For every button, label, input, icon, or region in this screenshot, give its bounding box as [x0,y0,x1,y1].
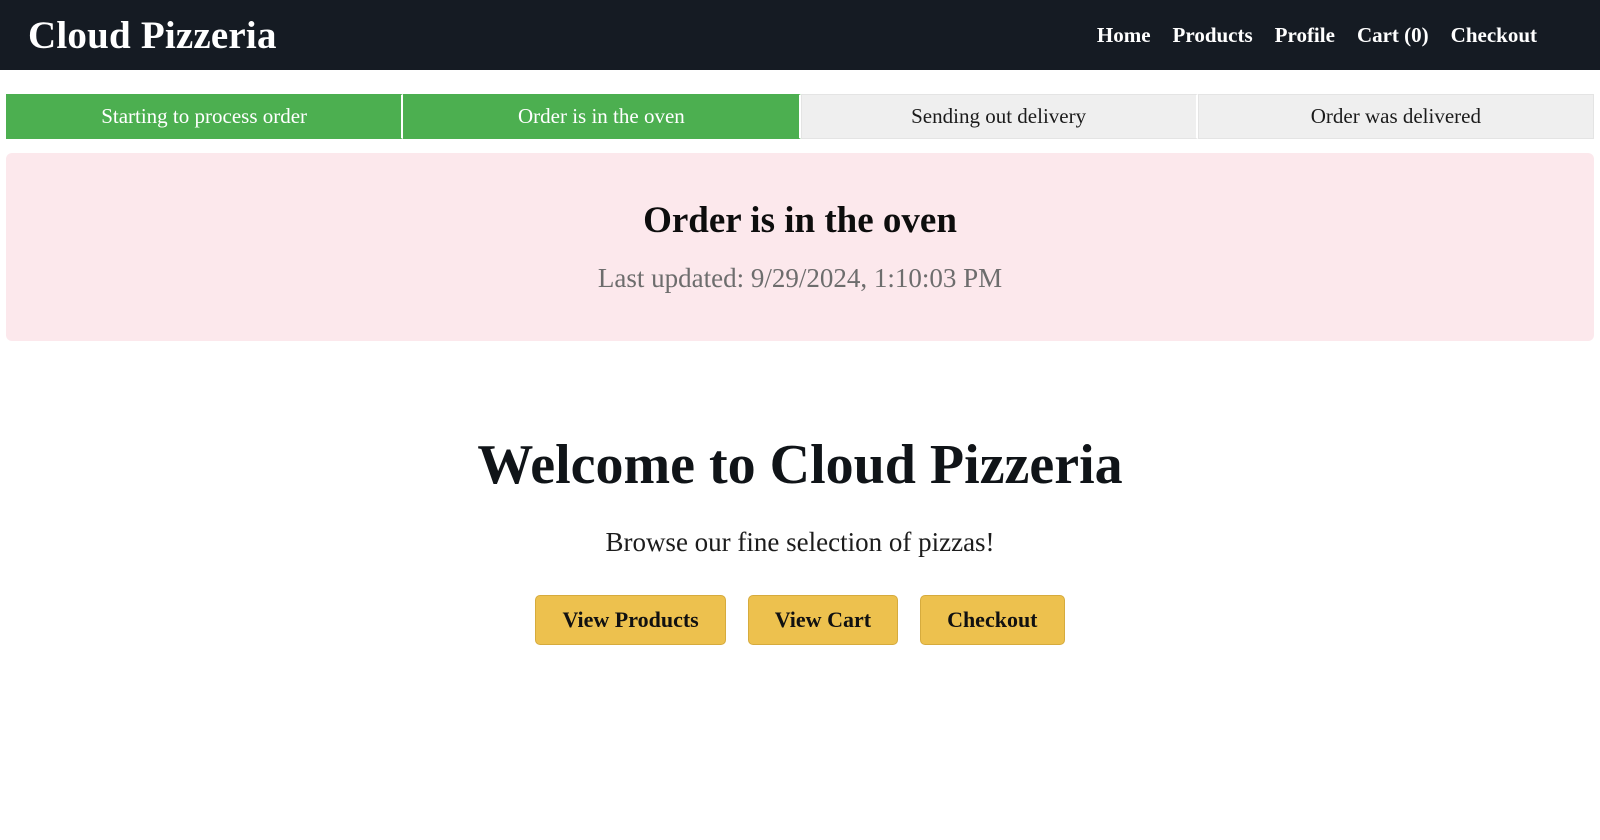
page-title: Welcome to Cloud Pizzeria [477,434,1123,496]
checkout-button[interactable]: Checkout [920,595,1065,645]
progress-step-2[interactable]: Order is in the oven [403,94,801,139]
order-progress-section: Starting to process order Order is in th… [0,70,1600,139]
order-progress-steps: Starting to process order Order is in th… [6,94,1594,139]
progress-step-4[interactable]: Order was delivered [1197,94,1594,139]
hero-action-buttons: View Products View Cart Checkout [0,595,1600,645]
order-status-title: Order is in the oven [643,200,957,241]
nav-link-home[interactable]: Home [1097,23,1151,48]
nav-link-products[interactable]: Products [1173,23,1253,48]
nav-link-profile[interactable]: Profile [1275,23,1335,48]
main-navigation: Home Products Profile Cart (0) Checkout [1097,23,1572,48]
progress-step-2-label: Order is in the oven [517,104,685,128]
nav-link-checkout[interactable]: Checkout [1451,23,1537,48]
nav-link-cart[interactable]: Cart (0) [1357,23,1429,48]
brand-title[interactable]: Cloud Pizzeria [28,16,277,55]
order-status-timestamp: Last updated: 9/29/2024, 1:10:03 PM [597,263,1003,293]
hero-subtitle: Browse our fine selection of pizzas! [605,527,995,557]
progress-step-3-label: Sending out delivery [911,104,1087,128]
progress-step-4-label: Order was delivered [1310,104,1481,128]
progress-step-1[interactable]: Starting to process order [6,94,404,139]
view-products-button[interactable]: View Products [535,595,726,645]
hero-section: Welcome to Cloud Pizzeria Browse our fin… [0,437,1600,645]
site-header: Cloud Pizzeria Home Products Profile Car… [0,0,1600,70]
progress-step-1-label: Starting to process order [101,104,308,128]
order-status-banner: Order is in the oven Last updated: 9/29/… [6,153,1594,341]
progress-step-3[interactable]: Sending out delivery [800,94,1198,139]
view-cart-button[interactable]: View Cart [747,595,899,645]
